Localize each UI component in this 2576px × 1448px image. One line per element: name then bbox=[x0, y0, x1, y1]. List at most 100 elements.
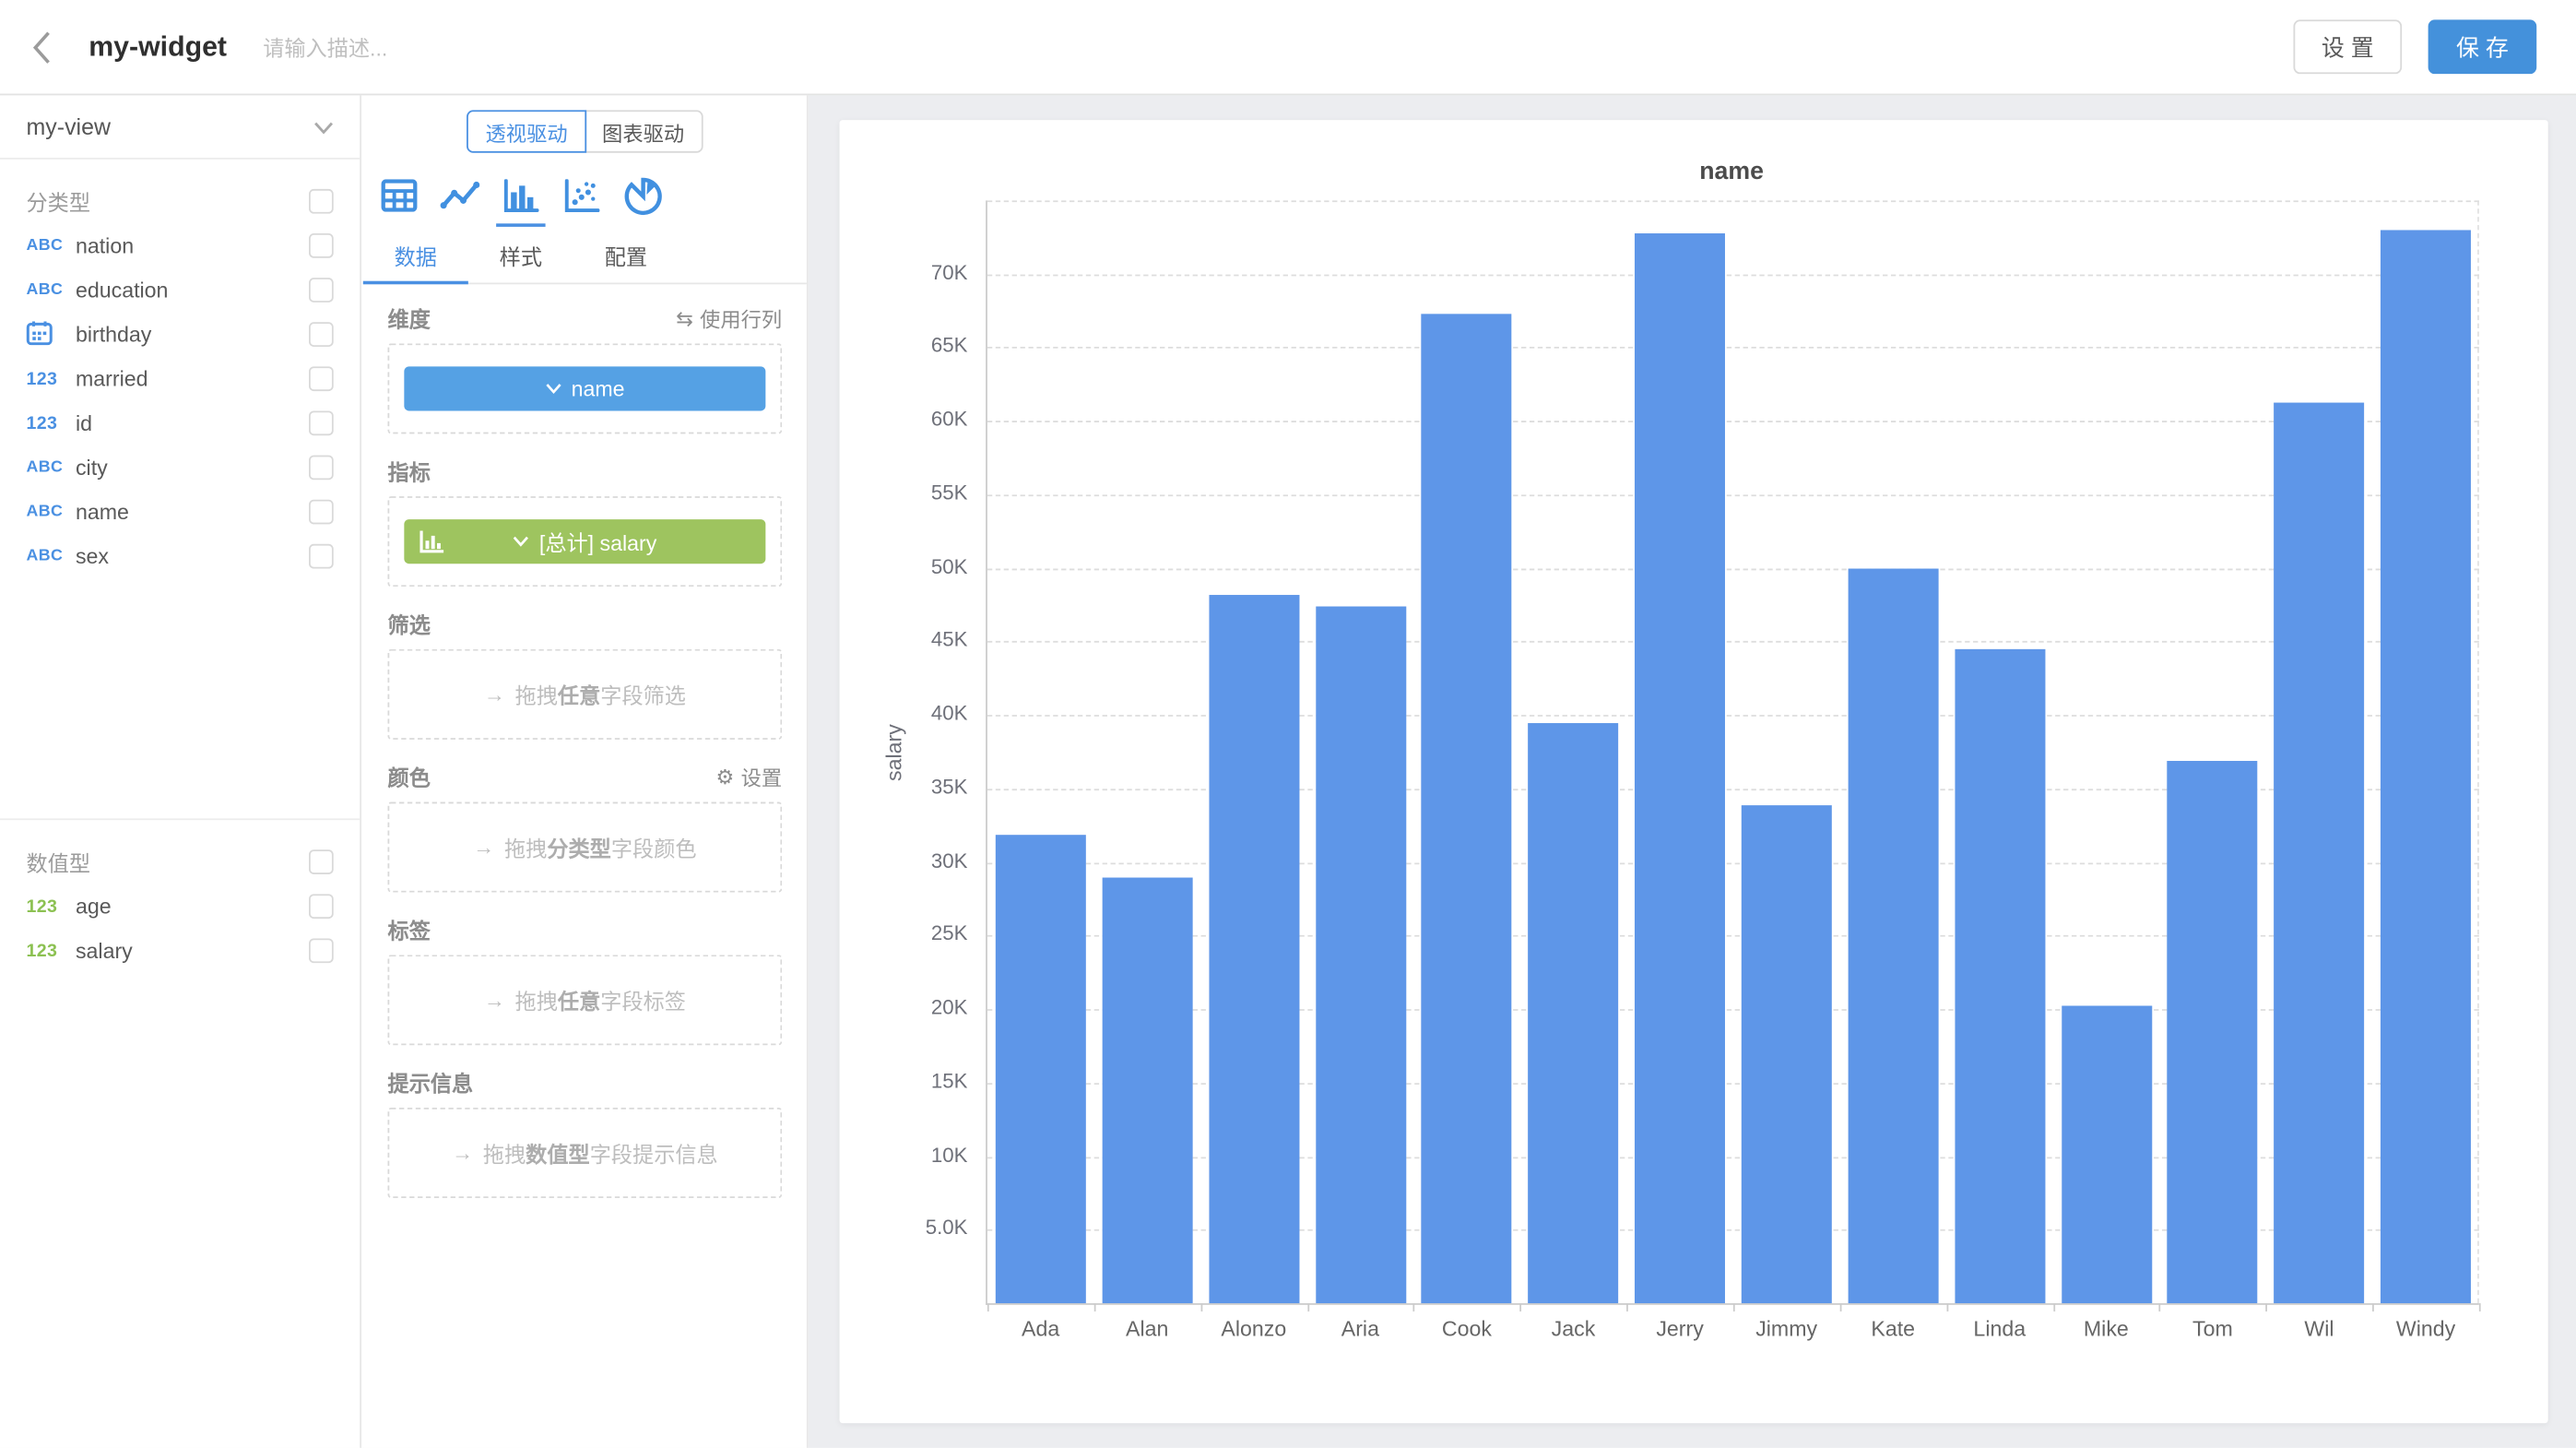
section-checkbox[interactable] bbox=[309, 189, 334, 214]
field-checkbox[interactable] bbox=[309, 544, 334, 569]
field-item-education[interactable]: ABCeducation bbox=[0, 267, 360, 312]
field-item-nation[interactable]: ABCnation bbox=[0, 223, 360, 267]
filter-dropzone[interactable]: →拖拽任意字段筛选 bbox=[388, 649, 783, 740]
field-checkbox[interactable] bbox=[309, 322, 334, 347]
field-item-id[interactable]: 123id bbox=[0, 401, 360, 445]
bar-Ada[interactable] bbox=[996, 835, 1086, 1304]
x-axis-tick bbox=[2266, 1303, 2268, 1312]
preview-canvas: name salary 5.0K10K15K20K25K30K35K40K45K… bbox=[809, 94, 2576, 1448]
number-type-icon: 123 bbox=[27, 413, 76, 433]
tab-style[interactable]: 样式 bbox=[468, 233, 573, 282]
dimension-dropzone[interactable]: name bbox=[388, 343, 783, 433]
field-item-married[interactable]: 123married bbox=[0, 357, 360, 401]
field-item-name[interactable]: ABCname bbox=[0, 490, 360, 534]
arrow-icon: → bbox=[452, 1141, 473, 1166]
view-selector[interactable]: my-view bbox=[0, 94, 360, 160]
mode-pivot-button[interactable]: 透视驱动 bbox=[467, 110, 585, 152]
chevron-down-icon bbox=[313, 113, 333, 139]
y-grid-line bbox=[987, 494, 2479, 496]
y-grid-line bbox=[987, 200, 2479, 202]
x-tick-label: Tom bbox=[2159, 1316, 2266, 1341]
bar-Tom[interactable] bbox=[2168, 761, 2258, 1303]
bar-Linda[interactable] bbox=[1955, 649, 2045, 1303]
x-tick-label: Wil bbox=[2266, 1316, 2373, 1341]
tooltip-dropzone[interactable]: →拖拽数值型字段提示信息 bbox=[388, 1108, 783, 1198]
tab-data[interactable]: 数据 bbox=[363, 233, 468, 282]
calendar-icon bbox=[27, 320, 76, 350]
section-header-categorical: 分类型 bbox=[0, 179, 360, 223]
bar-Jack[interactable] bbox=[1529, 722, 1619, 1303]
pie-chart-icon[interactable] bbox=[622, 176, 662, 216]
field-checkbox[interactable] bbox=[309, 500, 334, 525]
arrow-icon: → bbox=[484, 988, 505, 1013]
x-axis-tick bbox=[2479, 1303, 2481, 1312]
y-grid-line bbox=[987, 421, 2479, 422]
color-label: 颜色 bbox=[388, 761, 431, 792]
field-item-sex[interactable]: ABCsex bbox=[0, 534, 360, 578]
number-type-icon: 123 bbox=[27, 941, 76, 960]
bar-Windy[interactable] bbox=[2381, 230, 2471, 1303]
y-tick-label: 25K bbox=[931, 922, 968, 945]
dimension-pill[interactable]: name bbox=[404, 366, 765, 410]
field-checkbox[interactable] bbox=[309, 410, 334, 435]
save-button[interactable]: 保 存 bbox=[2428, 19, 2537, 74]
table-chart-icon[interactable] bbox=[380, 176, 419, 216]
bar-chart-icon[interactable] bbox=[501, 176, 540, 216]
color-section: 颜色 ⚙ 设置 →拖拽分类型字段颜色 bbox=[388, 763, 783, 893]
y-tick-label: 50K bbox=[931, 555, 968, 578]
field-name: education bbox=[76, 278, 309, 303]
bar-Alan[interactable] bbox=[1102, 878, 1192, 1303]
back-icon[interactable] bbox=[33, 29, 66, 65]
field-name: id bbox=[76, 410, 309, 435]
field-checkbox[interactable] bbox=[309, 456, 334, 481]
field-item-city[interactable]: ABCcity bbox=[0, 445, 360, 490]
field-item-age[interactable]: 123age bbox=[0, 884, 360, 929]
description-input[interactable]: 请输入描述... bbox=[263, 31, 387, 63]
y-tick-label: 40K bbox=[931, 702, 968, 725]
x-tick-label: Jack bbox=[1520, 1316, 1627, 1341]
bar-Jerry[interactable] bbox=[1635, 232, 1725, 1303]
bar-Kate[interactable] bbox=[1848, 568, 1938, 1303]
bar-Jimmy[interactable] bbox=[1742, 805, 1832, 1303]
field-checkbox[interactable] bbox=[309, 366, 334, 391]
line-chart-icon[interactable] bbox=[441, 176, 480, 216]
chart-title: name bbox=[986, 158, 2477, 185]
field-item-salary[interactable]: 123salary bbox=[0, 929, 360, 973]
field-item-birthday[interactable]: birthday bbox=[0, 313, 360, 357]
mode-toggle: 透视驱动 图表驱动 bbox=[363, 110, 807, 152]
measure-pill[interactable]: [总计] salary bbox=[404, 519, 765, 564]
field-name: age bbox=[76, 894, 309, 919]
y-tick-label: 15K bbox=[931, 1070, 968, 1093]
bar-Mike[interactable] bbox=[2061, 1006, 2151, 1303]
y-tick-label: 45K bbox=[931, 628, 968, 651]
mode-chart-button[interactable]: 图表驱动 bbox=[584, 110, 702, 152]
tag-dropzone[interactable]: →拖拽任意字段标签 bbox=[388, 955, 783, 1045]
y-tick-label: 35K bbox=[931, 776, 968, 799]
use-rowcol-link[interactable]: ⇆ 使用行列 bbox=[676, 303, 782, 334]
color-dropzone[interactable]: →拖拽分类型字段颜色 bbox=[388, 802, 783, 893]
tab-config[interactable]: 配置 bbox=[573, 233, 679, 282]
measure-dropzone[interactable]: [总计] salary bbox=[388, 496, 783, 587]
settings-button[interactable]: 设 置 bbox=[2294, 19, 2403, 74]
color-settings-link[interactable]: ⚙ 设置 bbox=[715, 761, 782, 792]
tag-label: 标签 bbox=[388, 914, 431, 945]
gear-icon: ⚙ bbox=[715, 765, 734, 789]
x-tick-label: Cook bbox=[1413, 1316, 1520, 1341]
config-panel: 透视驱动 图表驱动 数据 样式 配置 bbox=[363, 94, 809, 1448]
section-checkbox[interactable] bbox=[309, 849, 334, 874]
bar-Alonzo[interactable] bbox=[1209, 595, 1299, 1303]
field-checkbox[interactable] bbox=[309, 894, 334, 919]
bar-Wil[interactable] bbox=[2274, 403, 2364, 1303]
bar-Aria[interactable] bbox=[1315, 606, 1405, 1303]
field-checkbox[interactable] bbox=[309, 278, 334, 303]
widget-editor: my-widget 请输入描述... 设 置 保 存 my-view 分类型 A… bbox=[0, 0, 2576, 1448]
bar-Cook[interactable] bbox=[1422, 314, 1512, 1303]
string-type-icon: ABC bbox=[27, 237, 76, 255]
field-checkbox[interactable] bbox=[309, 938, 334, 963]
swap-icon: ⇆ bbox=[676, 305, 693, 330]
x-tick-label: Jerry bbox=[1626, 1316, 1733, 1341]
y-axis-title: salary bbox=[881, 724, 906, 781]
scatter-chart-icon[interactable] bbox=[561, 176, 601, 216]
field-name: name bbox=[76, 500, 309, 525]
field-checkbox[interactable] bbox=[309, 233, 334, 258]
